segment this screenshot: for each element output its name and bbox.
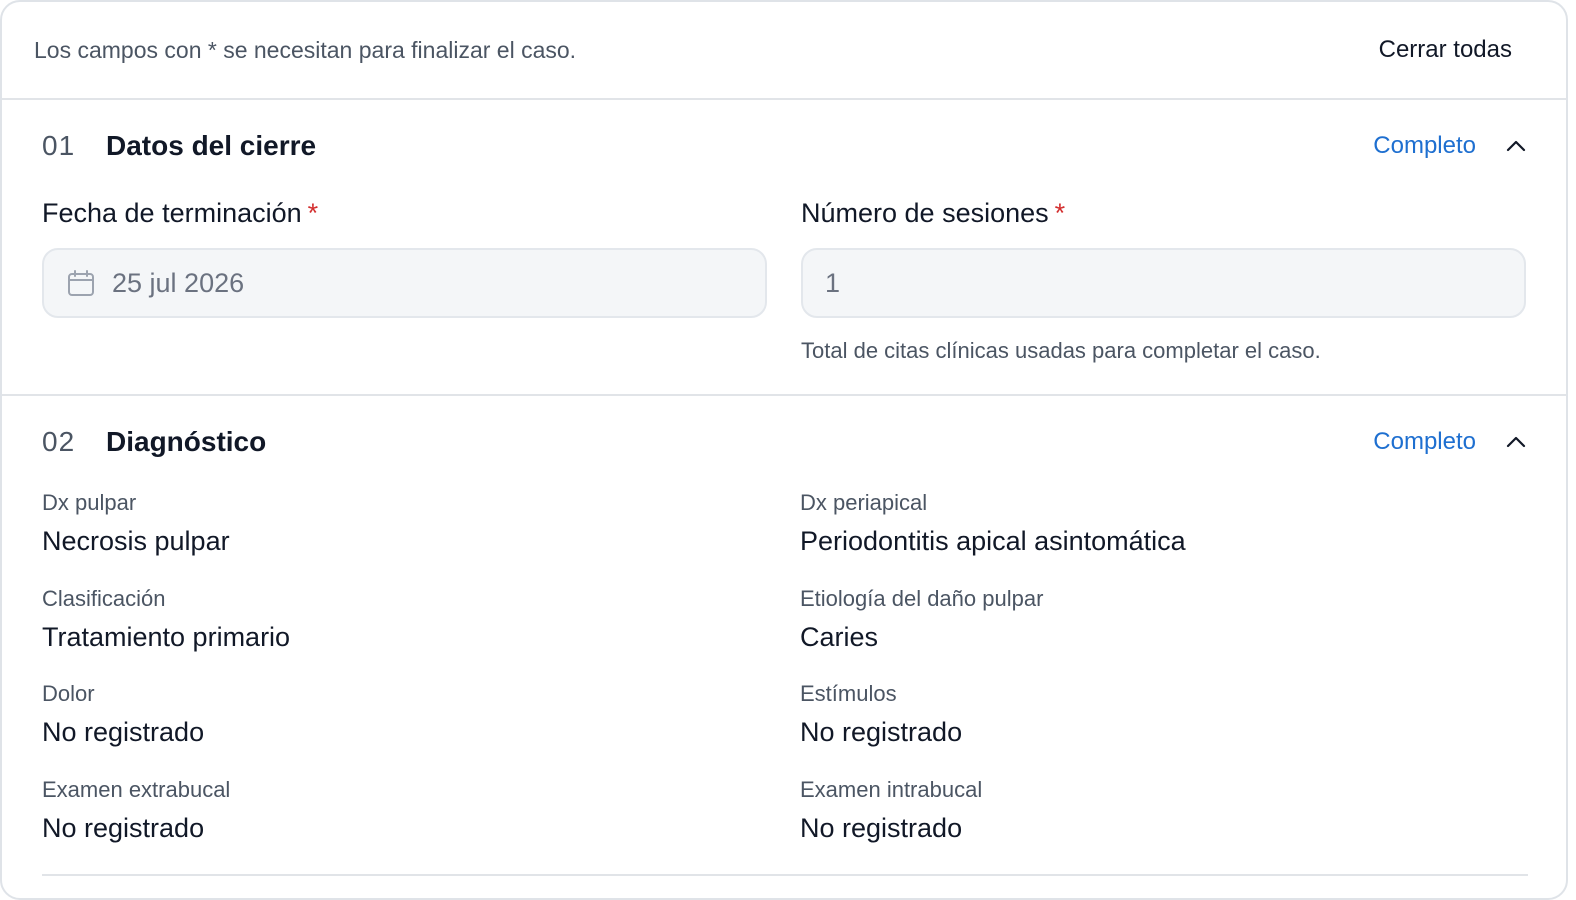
section-diagnosis: 02 Diagnóstico Completo Dx pulpar Necros… (2, 396, 1566, 866)
section-status: Completo (1373, 428, 1476, 455)
diagnosis-item: Clasificación Tratamiento primario (42, 585, 291, 652)
diagnosis-item: Dx pulpar Necrosis pulpar (42, 490, 230, 556)
diagnosis-item: Examen intrabucal No registrado (800, 776, 983, 843)
section-number: 02 (42, 426, 76, 457)
section-closure-data: 01 Datos del cierre Completo Fecha de te… (2, 100, 1566, 396)
sessions-input[interactable]: 1 (801, 248, 1526, 318)
end-date-field: Fecha de terminación * 25 jul 2026 (42, 192, 767, 364)
diagnosis-item: Dolor No registrado (42, 681, 205, 747)
chevron-up-icon[interactable] (1506, 432, 1526, 452)
diagnosis-item: Estímulos No registrado (800, 681, 963, 747)
section-number: 01 (42, 130, 76, 161)
calendar-icon (66, 268, 96, 298)
end-date-label: Fecha de terminación (42, 198, 302, 228)
sessions-value: 1 (825, 267, 841, 298)
diagnosis-item: Dx periapical Periodontitis apical asint… (800, 490, 1186, 556)
section-status: Completo (1373, 132, 1476, 159)
required-mark: * (307, 198, 319, 228)
section-header-closure-data[interactable]: 01 Datos del cierre Completo (42, 100, 1526, 192)
end-date-input[interactable]: 25 jul 2026 (42, 248, 767, 318)
card-header: Los campos con * se necesitan para final… (2, 2, 1566, 100)
sessions-field: Número de sesiones * 1 Total de citas clí… (801, 192, 1526, 364)
end-date-value: 25 jul 2026 (112, 267, 245, 298)
sessions-hint: Total de citas clínicas usadas para comp… (801, 338, 1321, 363)
close-all-button[interactable]: Cerrar todas (1379, 36, 1512, 64)
diagnosis-item: Etiología del daño pulpar Caries (800, 585, 1044, 652)
section-title: Diagnóstico (106, 426, 267, 457)
case-closure-card: Los campos con * se necesitan para final… (0, 0, 1568, 900)
section-title: Datos del cierre (106, 130, 317, 161)
sessions-label: Número de sesiones (801, 198, 1049, 228)
required-fields-note: Los campos con * se necesitan para final… (34, 36, 577, 63)
divider (42, 874, 1528, 876)
required-mark: * (1054, 198, 1066, 228)
diagnosis-item: Examen extrabucal No registrado (42, 776, 231, 843)
diagnosis-grid: Dx pulpar Necrosis pulpar Dx periapical … (42, 484, 1526, 866)
section-header-diagnosis[interactable]: 02 Diagnóstico Completo (42, 396, 1526, 488)
chevron-up-icon[interactable] (1506, 136, 1526, 156)
